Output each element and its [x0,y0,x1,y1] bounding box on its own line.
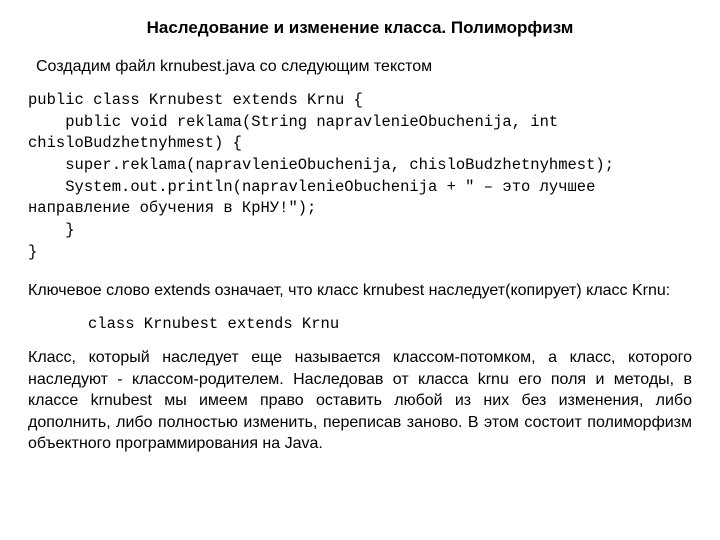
paragraph-polymorphism: Класс, который наследует еще называется … [28,347,692,455]
paragraph-extends: Ключевое слово extends означает, что кла… [28,280,692,302]
document-page: Наследование и изменение класса. Полимор… [0,0,720,455]
code-snippet-extends: class Krnubest extends Krnu [88,315,692,333]
intro-text: Создадим файл krnubest.java со следующим… [36,58,692,76]
code-block-main: public class Krnubest extends Krnu { pub… [28,90,692,264]
page-title: Наследование и изменение класса. Полимор… [28,18,692,38]
